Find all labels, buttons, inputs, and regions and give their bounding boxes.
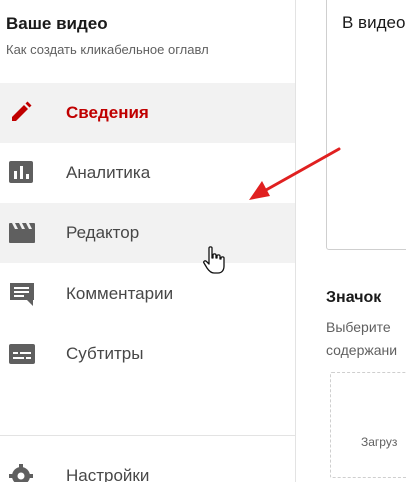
sidebar-item-label: Субтитры — [66, 344, 144, 363]
video-subtitle: Как создать кликабельное оглавл — [6, 42, 209, 57]
gear-icon — [9, 464, 35, 482]
description-text: В видео — [342, 13, 406, 32]
main-content: В видео Значок Выберите содержани Загруз — [297, 0, 406, 482]
sidebar-item-analytics[interactable]: Аналитика — [0, 143, 295, 203]
pencil-icon — [9, 101, 35, 125]
subtitles-icon — [9, 342, 35, 366]
sidebar-item-details[interactable]: Сведения — [0, 83, 295, 143]
upload-label: Загруз — [361, 435, 398, 449]
sidebar-item-label: Настройки — [66, 466, 150, 482]
sidebar-item-label: Комментарии — [66, 284, 174, 303]
sidebar-divider — [0, 435, 295, 436]
thumbnail-section-title: Значок — [326, 289, 382, 306]
bar-chart-icon — [9, 161, 35, 185]
sidebar-item-editor[interactable]: Редактор — [0, 203, 295, 263]
sidebar-item-subtitles[interactable]: Субтитры — [0, 324, 295, 384]
sidebar: Ваше видео Как создать кликабельное огла… — [0, 0, 296, 482]
thumbnail-upload-button[interactable]: Загруз — [330, 372, 406, 478]
sidebar-item-label: Аналитика — [66, 163, 151, 182]
sidebar-item-comments[interactable]: Комментарии — [0, 264, 295, 324]
sidebar-item-settings[interactable]: Настройки — [0, 446, 295, 482]
sidebar-item-label: Сведения — [66, 103, 149, 122]
thumbnail-description-line: Выберите — [326, 319, 391, 335]
thumbnail-description: Выберите содержани — [326, 316, 406, 362]
comment-icon — [9, 282, 35, 306]
video-header: Ваше видео Как создать кликабельное огла… — [0, 0, 295, 80]
thumbnail-description-line: содержани — [326, 342, 398, 358]
description-field[interactable]: В видео — [326, 0, 406, 250]
sidebar-item-label: Редактор — [66, 223, 140, 242]
clapperboard-icon — [9, 221, 35, 245]
video-title: Ваше видео — [6, 14, 108, 33]
